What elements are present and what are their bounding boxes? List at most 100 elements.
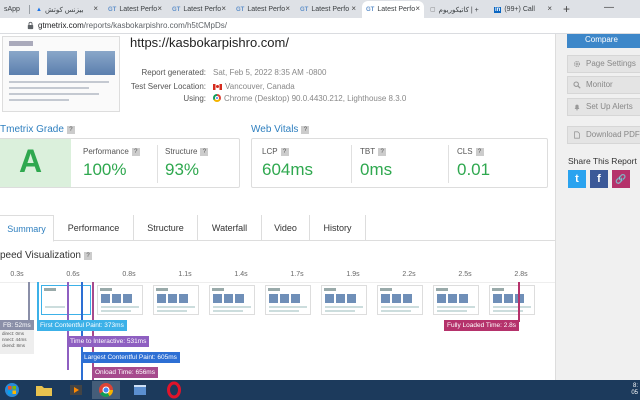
start-button[interactable] [0, 381, 28, 399]
help-icon[interactable]: ? [84, 252, 92, 260]
filmstrip-frame[interactable] [489, 285, 535, 315]
page-icon: ▢ [430, 7, 436, 13]
tab-history[interactable]: History [310, 215, 366, 241]
close-icon[interactable]: × [221, 4, 226, 13]
system-clock[interactable]: 8: 05 [631, 383, 638, 397]
taskbar-window[interactable] [126, 381, 154, 399]
set-up-alerts-label: Set Up Alerts [586, 102, 633, 111]
using-text: Chrome (Desktop) 90.0.4430.212, Lighthou… [224, 94, 407, 103]
lcp-label-text: LCP [262, 147, 278, 156]
structure-label: Structure? [165, 147, 209, 156]
set-up-alerts-button[interactable]: Set Up Alerts [567, 98, 640, 116]
filmstrip-frame[interactable] [265, 285, 311, 315]
close-icon[interactable]: × [93, 4, 98, 13]
time-label: 1.1s [178, 271, 192, 278]
backend-detail: ckend: 8ms [2, 343, 26, 348]
browser-tab-strip: sApp ▲ بيزنس كوتش × GT Latest Perfo × GT… [0, 0, 640, 18]
filmstrip-frame-first-paint[interactable] [41, 285, 91, 315]
divider [448, 145, 449, 183]
close-icon[interactable]: × [285, 4, 290, 13]
monitor-button[interactable]: Monitor [567, 76, 640, 94]
tab-summary[interactable]: Summary [0, 215, 54, 242]
url-text[interactable]: gtmetrix.com/reports/kasbokarpishro.com/… [38, 21, 227, 30]
screen: sApp ▲ بيزنس كوتش × GT Latest Perfo × GT… [0, 0, 640, 400]
report-generated-value: Sat, Feb 5, 2022 8:35 AM -0800 [213, 68, 327, 77]
time-label: 2.5s [458, 271, 472, 278]
tab-structure[interactable]: Structure [134, 215, 198, 241]
tab-label: (99+) Call [504, 6, 535, 13]
filmstrip-frame[interactable] [433, 285, 479, 315]
tab-video[interactable]: Video [262, 215, 310, 241]
cls-label-text: CLS [457, 147, 473, 156]
help-icon[interactable]: ? [378, 148, 387, 156]
lcp-label: LCP? [262, 147, 289, 156]
filmstrip-frame[interactable] [377, 285, 423, 315]
report-site-url: https://kasbokarpishro.com/ [130, 35, 289, 50]
chrome-icon [99, 383, 113, 397]
filmstrip-frame[interactable] [153, 285, 199, 315]
filmstrip-frame[interactable] [97, 285, 143, 315]
link-share-button[interactable]: 🔗 [612, 170, 630, 188]
search-icon [573, 81, 581, 89]
tbt-value: 0ms [360, 160, 393, 179]
close-icon[interactable]: × [415, 4, 420, 13]
close-icon[interactable]: × [351, 4, 356, 13]
time-label: 2.2s [402, 271, 416, 278]
close-icon[interactable]: × [547, 4, 552, 13]
address-bar[interactable]: gtmetrix.com/reports/kasbokarpishro.com/… [0, 18, 640, 34]
time-label: 0.3s [10, 271, 24, 278]
twitter-share-button[interactable]: t [568, 170, 586, 188]
thumbnail-text-line [9, 81, 109, 83]
lock-icon[interactable] [26, 21, 35, 30]
browser-tab-8[interactable]: in (99+) Call × [490, 1, 556, 18]
browser-tab-3[interactable]: GT Latest Perfo × [168, 1, 230, 18]
filmstrip-frame[interactable] [321, 285, 367, 315]
browser-tab-4[interactable]: GT Latest Perfo × [232, 1, 294, 18]
window-minimize-button[interactable]: — [604, 2, 614, 13]
help-icon[interactable]: ? [200, 148, 209, 156]
gtmetrix-icon: GT [172, 6, 181, 13]
taskbar-chrome[interactable] [92, 381, 120, 399]
browser-tab-2[interactable]: GT Latest Perfo × [104, 1, 166, 18]
filmstrip-frame[interactable] [209, 285, 255, 315]
browser-tab-1[interactable]: ▲ بيزنس كوتش × [32, 1, 102, 18]
triangle-icon: ▲ [36, 6, 42, 13]
performance-label: Performance? [83, 147, 140, 156]
taskbar-media-player[interactable] [62, 381, 90, 399]
report-content: https://kasbokarpishro.com/ Report gener… [0, 34, 555, 380]
performance-label-text: Performance [83, 147, 129, 156]
help-icon[interactable]: ? [280, 148, 289, 156]
bell-icon [574, 104, 580, 111]
structure-value: 93% [165, 160, 200, 179]
help-icon[interactable]: ? [301, 126, 310, 134]
windows-start-icon [5, 383, 19, 397]
help-icon[interactable]: ? [66, 126, 75, 134]
grade-letter: A [19, 143, 43, 179]
help-icon[interactable]: ? [131, 148, 140, 156]
tab-performance[interactable]: Performance [54, 215, 134, 241]
browser-tab-active[interactable]: GT Latest Perfo × [362, 1, 424, 18]
new-tab-button[interactable]: + [563, 2, 570, 16]
facebook-share-button[interactable]: f [590, 170, 608, 188]
browser-tab-7[interactable]: ▢ كاتيكوريوم | + [426, 1, 488, 18]
canada-flag-icon [213, 84, 222, 90]
performance-value: 100% [83, 160, 127, 179]
lcp-value: 604ms [262, 160, 314, 179]
using-value: Chrome (Desktop) 90.0.4430.212, Lighthou… [213, 94, 406, 103]
thumbnail-text-line [9, 87, 89, 89]
taskbar-file-explorer[interactable] [30, 381, 58, 399]
download-pdf-button[interactable]: Download PDF [567, 126, 640, 144]
media-player-icon [70, 385, 82, 395]
browser-tab-0[interactable]: sApp [0, 1, 30, 18]
page-settings-button[interactable]: Page Settings [567, 55, 640, 73]
thumbnail-photo [47, 51, 77, 75]
taskbar-opera[interactable] [160, 381, 188, 399]
compare-button[interactable]: Compare [567, 34, 640, 48]
gtmetrix-icon: GT [108, 6, 117, 13]
speed-visualization-title: peed Visualization? [0, 250, 92, 261]
time-label: 1.7s [290, 271, 304, 278]
tab-waterfall[interactable]: Waterfall [198, 215, 262, 241]
close-icon[interactable]: × [157, 4, 162, 13]
help-icon[interactable]: ? [475, 148, 484, 156]
browser-tab-5[interactable]: GT Latest Perfo × [296, 1, 360, 18]
